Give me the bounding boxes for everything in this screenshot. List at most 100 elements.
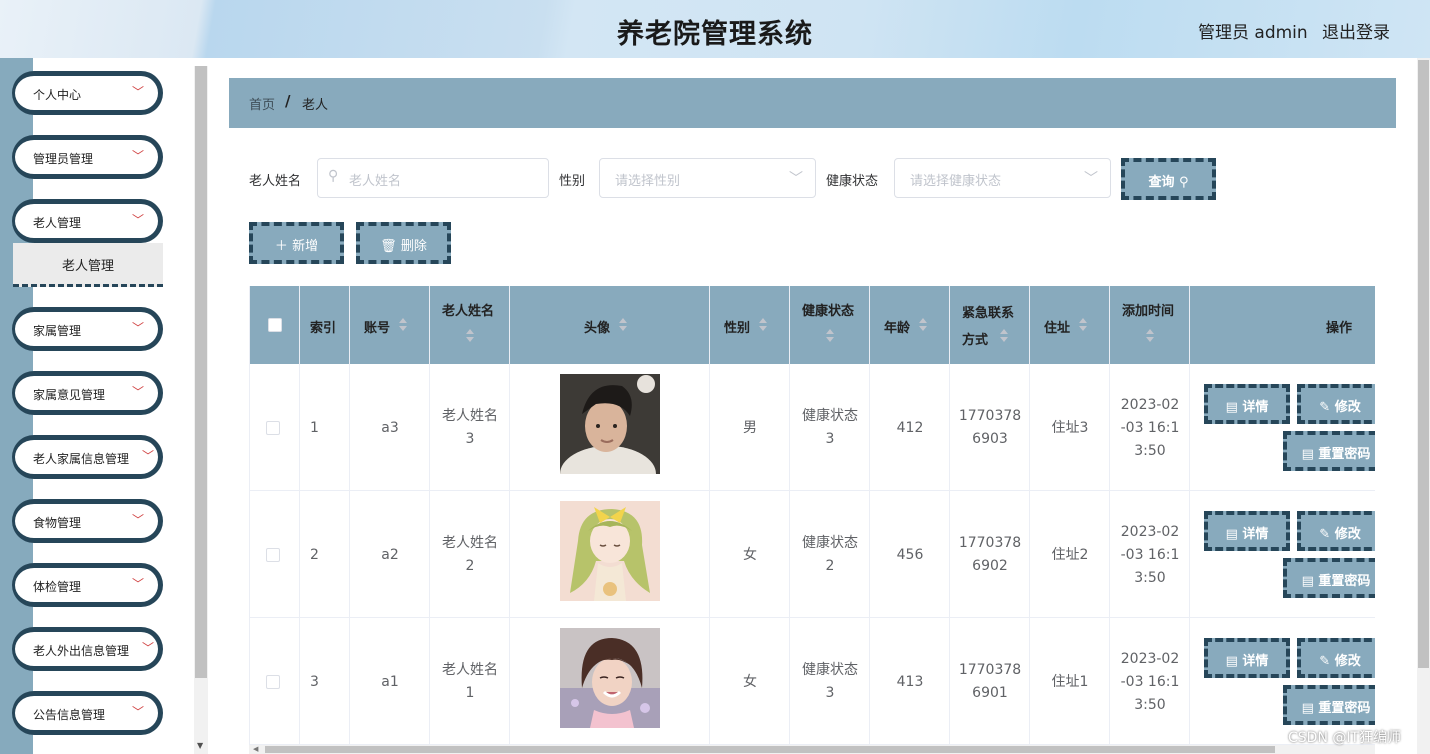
cell-added-time-value: 2023-02-03 16:13:50	[1120, 651, 1180, 713]
sort-icon[interactable]	[999, 329, 1009, 343]
cell-index: 2	[300, 491, 350, 618]
sort-icon[interactable]	[618, 318, 628, 332]
header-avatar[interactable]: 头像	[510, 286, 710, 364]
chevron-down-icon: ﹀	[131, 705, 144, 719]
cell-age: 456	[870, 491, 950, 618]
row-checkbox[interactable]	[266, 548, 280, 562]
sidebar-item-family-management[interactable]: 家属管理 ﹀	[12, 307, 163, 351]
sort-icon[interactable]	[465, 329, 475, 343]
sidebar-item-label: 老人外出信息管理	[33, 644, 130, 658]
sidebar-item-elderly-management[interactable]: 老人管理 ﹀	[12, 199, 163, 243]
sidebar-item-family-feedback[interactable]: 家属意见管理 ﹀	[12, 371, 163, 415]
document-icon: ▤	[1225, 527, 1238, 542]
header-contact-label: 紧急联系方式	[962, 306, 1015, 348]
sidebar-item-elderly-family-info[interactable]: 老人家属信息管理 ﹀	[12, 435, 163, 479]
sort-icon[interactable]	[398, 318, 408, 332]
breadcrumb-separator: /	[285, 92, 291, 110]
scroll-left-arrow-icon[interactable]: ◀	[253, 745, 258, 753]
detail-button-label: 详情	[1242, 400, 1269, 415]
sidebar-item-label: 体检管理	[33, 580, 82, 594]
document-icon: ▤	[1301, 574, 1314, 589]
table-horizontal-scrollbar[interactable]: ◀	[249, 745, 1375, 754]
detail-button[interactable]: ▤ 详情	[1204, 638, 1290, 678]
sort-icon[interactable]	[1078, 318, 1088, 332]
breadcrumb-home[interactable]: 首页	[249, 94, 275, 113]
header-added-time[interactable]: 添加时间	[1110, 286, 1190, 364]
submenu-item-elderly-management[interactable]: 老人管理	[13, 243, 163, 287]
add-button[interactable]: ＋ 新增	[249, 222, 344, 264]
header-account[interactable]: 账号	[350, 286, 430, 364]
gender-select[interactable]: 请选择性别 ﹀	[599, 158, 816, 198]
plus-icon: ＋	[274, 239, 288, 254]
cell-address-value: 住址2	[1051, 547, 1089, 563]
cell-age: 413	[870, 618, 950, 745]
sidebar-item-checkup-management[interactable]: 体检管理 ﹀	[12, 563, 163, 607]
main-scroll-thumb[interactable]	[1418, 60, 1429, 668]
select-all-checkbox[interactable]	[268, 318, 282, 332]
sidebar-scroll-thumb[interactable]	[195, 66, 207, 678]
cell-ops: ▤ 详情 ✎ 修改 ▤ 重置密码	[1190, 618, 1375, 745]
sidebar-item-food-management[interactable]: 食物管理 ﹀	[12, 499, 163, 543]
cell-contact-value: 17703786902	[958, 535, 1022, 574]
cell-address: 住址1	[1030, 618, 1110, 745]
reset-password-button[interactable]: ▤ 重置密码	[1283, 431, 1375, 471]
edit-button[interactable]: ✎ 修改	[1297, 384, 1375, 424]
health-status-select[interactable]: 请选择健康状态 ﹀	[894, 158, 1111, 198]
table-row: 3 a1 老人姓名1 女 健康状态3 413 17703786901 住址1 2…	[250, 618, 1375, 745]
delete-button[interactable]: 🗑 删除	[356, 222, 451, 264]
main-scrollbar[interactable]	[1417, 58, 1430, 754]
row-checkbox[interactable]	[266, 675, 280, 689]
health-filter-label: 健康状态	[826, 174, 879, 189]
sort-icon[interactable]	[918, 318, 928, 332]
cell-name-value: 老人姓名1	[442, 662, 498, 701]
header-name-label: 老人姓名	[442, 304, 495, 319]
row-checkbox[interactable]	[266, 421, 280, 435]
cell-account-value: a2	[381, 547, 399, 563]
sidebar-item-personal-center[interactable]: 个人中心 ﹀	[12, 71, 163, 115]
chevron-down-icon: ﹀	[131, 513, 144, 527]
cell-contact-value: 17703786903	[958, 408, 1022, 447]
query-button[interactable]: 查询 ⚲	[1121, 158, 1216, 200]
edit-button[interactable]: ✎ 修改	[1297, 511, 1375, 551]
chevron-down-icon: ﹀	[141, 641, 154, 655]
detail-button[interactable]: ▤ 详情	[1204, 511, 1290, 551]
sidebar-scrollbar[interactable]: ▼	[194, 66, 208, 754]
search-icon: ⚲	[1179, 175, 1189, 190]
scroll-down-arrow-icon[interactable]: ▼	[197, 741, 203, 750]
logout-link[interactable]: 退出登录	[1322, 18, 1390, 43]
reset-password-button[interactable]: ▤ 重置密码	[1283, 685, 1375, 725]
cell-gender: 女	[710, 491, 790, 618]
cell-health-value: 健康状态3	[802, 408, 858, 447]
chevron-down-icon: ﹀	[131, 321, 144, 335]
query-button-label: 查询	[1148, 175, 1175, 190]
header-select-all	[250, 286, 300, 364]
detail-button[interactable]: ▤ 详情	[1204, 384, 1290, 424]
edit-button[interactable]: ✎ 修改	[1297, 638, 1375, 678]
sidebar-item-outing-info[interactable]: 老人外出信息管理 ﹀	[12, 627, 163, 671]
name-search-input[interactable]: ⚲ 老人姓名	[317, 158, 549, 198]
cell-account: a2	[350, 491, 430, 618]
header-health-label: 健康状态	[802, 304, 855, 319]
sidebar-item-notice-management[interactable]: 公告信息管理 ﹀	[12, 691, 163, 735]
header-contact[interactable]: 紧急联系方式	[950, 286, 1030, 364]
edit-button-label: 修改	[1334, 654, 1361, 669]
header-age[interactable]: 年龄	[870, 286, 950, 364]
sidebar-item-label: 管理员管理	[33, 152, 94, 166]
cell-gender-value: 男	[743, 420, 757, 436]
header-name[interactable]: 老人姓名	[430, 286, 510, 364]
sort-icon[interactable]	[1145, 329, 1155, 343]
reset-password-button[interactable]: ▤ 重置密码	[1283, 558, 1375, 598]
pencil-icon: ✎	[1319, 527, 1331, 542]
header-health[interactable]: 健康状态	[790, 286, 870, 364]
edit-button-label: 修改	[1334, 527, 1361, 542]
header-address[interactable]: 住址	[1030, 286, 1110, 364]
sidebar-item-admin-management[interactable]: 管理员管理 ﹀	[12, 135, 163, 179]
avatar-image	[560, 628, 660, 728]
cell-contact: 17703786901	[950, 618, 1030, 745]
chevron-up-icon: ﹀	[131, 213, 144, 227]
sort-icon[interactable]	[758, 318, 768, 332]
header-gender[interactable]: 性别	[710, 286, 790, 364]
cell-age: 412	[870, 364, 950, 491]
sort-icon[interactable]	[825, 329, 835, 343]
table-scroll-thumb[interactable]	[265, 746, 1275, 753]
